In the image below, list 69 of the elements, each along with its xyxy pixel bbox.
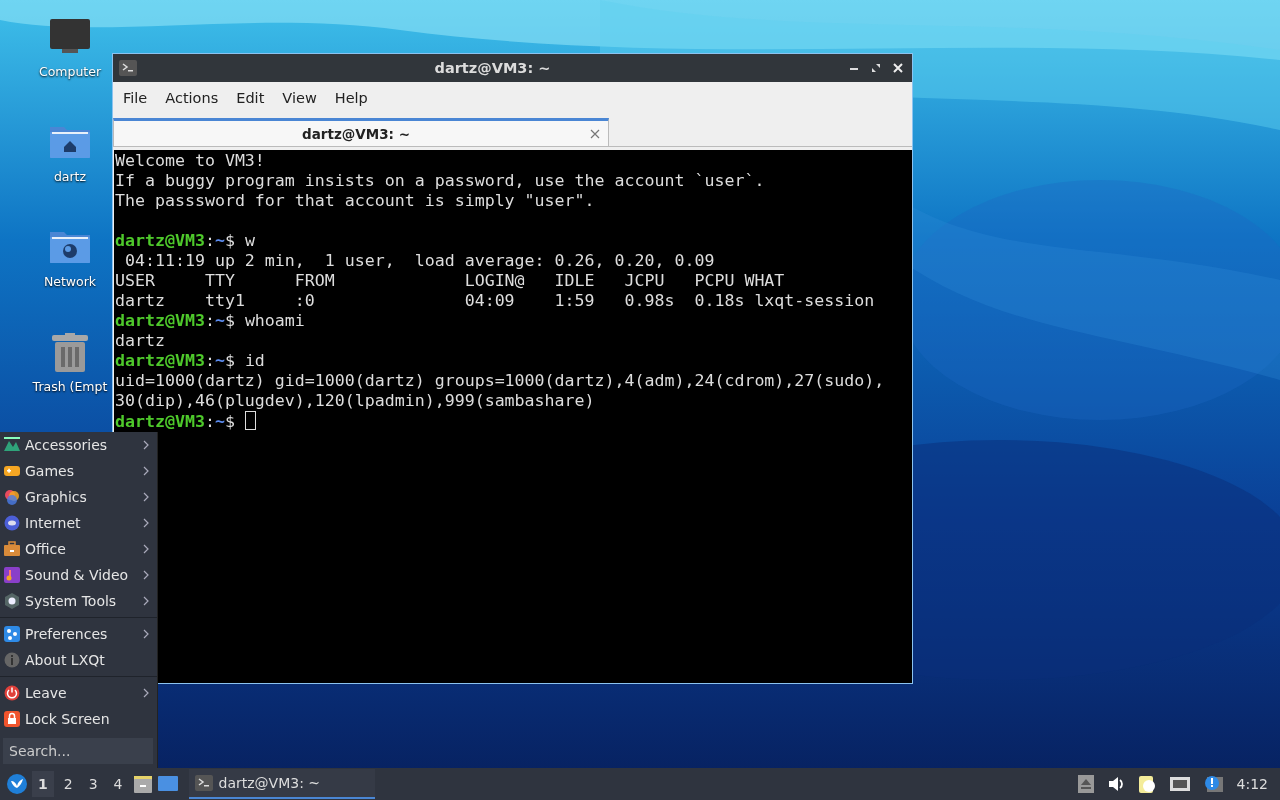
desktop-switch[interactable]: 4 — [107, 771, 129, 797]
briefcase-icon — [3, 540, 21, 558]
terminal-icon — [194, 775, 213, 791]
window-title: dartz@VM3: ~ — [433, 60, 552, 76]
terminal-output: USER TTY FROM LOGIN@ IDLE JCPU PCPU WHAT — [115, 271, 786, 291]
menu-entry[interactable]: Lock Screen — [0, 706, 157, 732]
menu-item[interactable]: Actions — [157, 90, 227, 106]
command-text: w — [244, 231, 255, 250]
gear-icon — [3, 592, 21, 610]
menu-item[interactable]: Help — [326, 90, 376, 106]
prompt: dartz@VM3:~$ — [115, 351, 235, 370]
chart-icon — [3, 436, 21, 454]
prompt: dartz@VM3:~$ — [115, 311, 235, 330]
terminal-output: Welcome to VM3! — [115, 151, 266, 171]
menu-entry[interactable]: Games — [0, 458, 157, 484]
prompt: dartz@VM3:~$ — [115, 231, 235, 250]
dots-panel-icon — [3, 625, 21, 643]
terminal-output: 04:11:19 up 2 min, 1 user, load average: 0.26, 0.20, 0.09 — [124, 251, 716, 271]
info-icon — [3, 651, 21, 669]
terminal-output: dartz tty1 :0 04:09 1:59 0.98s 0.18s lxqt-session — [115, 291, 876, 311]
network-port-icon[interactable] — [1168, 774, 1191, 794]
menu-item[interactable]: File — [115, 90, 156, 106]
command-text: id — [244, 351, 265, 370]
clock[interactable]: 4:12 — [1236, 776, 1268, 792]
file-cabinet-icon[interactable] — [132, 774, 153, 794]
menu-entry[interactable]: Internet — [0, 510, 157, 536]
show-desktop-icon[interactable] — [156, 775, 179, 793]
lock-icon — [3, 710, 21, 728]
menu-entry[interactable]: Accessories — [0, 432, 157, 458]
prompt: dartz@VM3:~$ — [115, 412, 235, 431]
tab-label: dartz@VM3: ~ — [301, 125, 411, 142]
desktop-icon-label[interactable]: Network — [43, 274, 97, 289]
desktop-icon-label[interactable]: Trash (Empt — [32, 379, 108, 394]
desktop-switch[interactable]: 3 — [82, 771, 104, 797]
desktop-icon-label[interactable]: dartz — [53, 169, 87, 184]
maximize-icon[interactable] — [870, 62, 882, 74]
menu-entry[interactable]: Preferences — [0, 621, 157, 647]
color-circles-icon — [3, 488, 21, 506]
speaker-icon[interactable] — [1106, 774, 1125, 794]
search-field[interactable]: Search... — [3, 738, 153, 764]
terminal-output: uid=1000(dartz) gid=1000(dartz) groups=1000(dartz),4(adm),24(cdrom),27(sudo), — [115, 371, 886, 391]
terminal-output: If a buggy program insists on a password, use the account `user`. — [115, 171, 766, 191]
desktop-switch[interactable]: 2 — [57, 771, 79, 797]
menu-entry[interactable]: Graphics — [0, 484, 157, 510]
terminal-output: The passsword for that account is simply "user". — [115, 191, 596, 211]
close-icon[interactable] — [892, 62, 904, 74]
music-icon — [3, 566, 21, 584]
desktop-switch[interactable]: 1 — [32, 771, 54, 797]
menu-entry[interactable]: System Tools — [0, 588, 157, 614]
power-icon — [3, 684, 21, 702]
clipboard-icon[interactable] — [1136, 774, 1157, 794]
command-text: whoami — [244, 311, 305, 330]
globe-icon — [3, 514, 21, 532]
start-menu-icon[interactable] — [6, 773, 28, 795]
notification-icon[interactable] — [1202, 774, 1223, 794]
eject-icon[interactable] — [1076, 774, 1095, 794]
menu-entry[interactable]: Office — [0, 536, 157, 562]
menu-entry[interactable]: Sound & Video — [0, 562, 157, 588]
menu-item[interactable]: Edit — [228, 90, 273, 106]
terminal-icon — [119, 60, 137, 76]
close-icon — [590, 128, 600, 139]
trash-icon[interactable] — [49, 333, 91, 373]
taskbar-window-button[interactable]: dartz@VM3: ~ — [188, 769, 375, 799]
tab[interactable]: dartz@VM3: ~ — [113, 118, 609, 146]
menu-item[interactable]: View — [274, 90, 325, 106]
menu-entry[interactable]: About LXQt — [0, 647, 157, 673]
terminal-output: dartz — [115, 331, 166, 351]
menu-entry[interactable]: Leave — [0, 680, 157, 706]
terminal-output: 30(dip),46(plugdev),120(lpadmin),999(sambashare) — [115, 391, 596, 411]
